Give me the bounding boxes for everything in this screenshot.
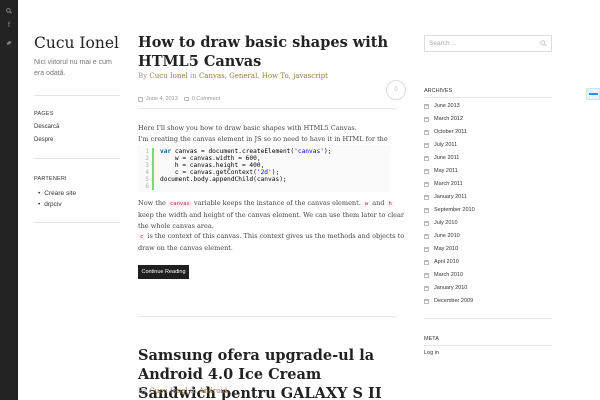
calendar-icon	[424, 220, 429, 226]
pages-heading: PAGES	[34, 111, 54, 117]
comments-link[interactable]: 0 Comment	[192, 96, 220, 102]
meta-heading: META	[424, 336, 439, 342]
category-link[interactable]: Canvas	[199, 72, 225, 80]
calendar-icon	[424, 103, 429, 109]
calendar-icon	[424, 168, 429, 174]
calendar-icon	[424, 285, 429, 291]
post-meta: By Cucu Ionel in Canvas, General, How To…	[138, 72, 328, 80]
archives-divider	[424, 97, 552, 98]
archive-link[interactable]: March 2010	[424, 272, 463, 278]
calendar-icon	[424, 272, 429, 278]
sidebar-link-descarca[interactable]: Descarcă	[34, 124, 59, 130]
search-icon[interactable]	[0, 4, 18, 18]
side-widget-tab[interactable]	[586, 88, 600, 100]
code-block: 1 2 3 4 5 6 var canvas = document.create…	[138, 145, 390, 192]
archive-link[interactable]: April 2010	[424, 259, 459, 265]
archive-link[interactable]: January 2010	[424, 285, 467, 291]
code-line: document.body.appendChild(canvas);	[160, 176, 287, 183]
archives-heading: ARCHIVES	[424, 88, 453, 94]
calendar-icon	[424, 298, 429, 304]
social-bar: f	[0, 0, 18, 400]
code-line-numbers: 1 2 3 4 5 6	[138, 148, 154, 190]
search-input[interactable]	[425, 36, 537, 51]
meta-divider	[424, 345, 552, 346]
archive-link[interactable]: January 2011	[424, 194, 467, 200]
category-link[interactable]: Android	[199, 387, 227, 395]
post-title[interactable]: How to draw basic shapes with HTML5 Canv…	[138, 33, 388, 71]
archive-link[interactable]: July 2011	[424, 142, 457, 148]
site-description: Nici viitorul nu mai e cum era odată.	[34, 59, 112, 77]
partner-link-drpciv[interactable]: drpciv	[38, 201, 61, 208]
calendar-icon	[138, 96, 143, 102]
calendar-icon	[424, 246, 429, 252]
archive-link[interactable]: March 2011	[424, 181, 463, 187]
code-line: var canvas = document.createElement('can…	[160, 148, 332, 155]
code-line: w = canvas.width = 600,	[160, 155, 261, 162]
comment-icon	[183, 97, 189, 101]
post-date-row: June 4, 2013 0 Comment	[138, 96, 220, 102]
calendar-icon	[424, 116, 429, 122]
archive-link[interactable]: December 2009	[424, 298, 473, 304]
archive-link[interactable]: June 2010	[424, 233, 460, 239]
sidebar-divider	[34, 158, 120, 159]
archive-link[interactable]: July 2010	[424, 220, 458, 226]
post-date: June 4, 2013	[146, 96, 178, 102]
post-meta-divider	[138, 108, 396, 109]
continue-reading-button[interactable]: Continue Reading	[138, 265, 189, 279]
comment-count-badge[interactable]: 0	[386, 80, 406, 100]
archive-link[interactable]: March 2012	[424, 116, 463, 122]
facebook-icon[interactable]: f	[0, 18, 18, 32]
calendar-icon	[424, 194, 429, 200]
sidebar-divider	[34, 222, 120, 223]
archive-link[interactable]: June 2013	[424, 103, 460, 109]
archive-link[interactable]: October 2011	[424, 129, 467, 135]
calendar-icon	[424, 142, 429, 148]
author-link[interactable]: Cucu Ionel	[149, 387, 187, 395]
archive-link[interactable]: May 2010	[424, 246, 458, 252]
search-icon[interactable]	[540, 40, 547, 47]
sidebar-divider	[34, 95, 120, 96]
code-line: h = canvas.height = 400,	[160, 162, 265, 169]
calendar-icon	[424, 181, 429, 187]
author-link[interactable]: Cucu Ionel	[149, 72, 187, 80]
sidebar-divider	[424, 318, 552, 319]
partner-link-creare-site[interactable]: Creare site	[38, 190, 76, 197]
twitter-icon[interactable]	[0, 36, 18, 50]
calendar-icon	[424, 259, 429, 265]
sidebar-link-despre[interactable]: Despre	[34, 137, 53, 143]
archive-link[interactable]: June 2011	[424, 155, 459, 161]
site-title[interactable]: Cucu Ionel	[34, 34, 119, 52]
category-link[interactable]: General	[229, 72, 257, 80]
search-box	[424, 35, 552, 52]
post-meta: By Cucu Ionel in Android	[138, 387, 228, 395]
calendar-icon	[424, 233, 429, 239]
post-divider	[138, 316, 396, 317]
category-link[interactable]: How To	[262, 72, 289, 80]
partners-heading: PARTENERI	[34, 176, 67, 182]
calendar-icon	[424, 155, 429, 161]
code-lines: var canvas = document.createElement('can…	[160, 148, 331, 183]
archive-link[interactable]: September 2010	[424, 207, 475, 213]
calendar-icon	[424, 207, 429, 213]
post-paragraph: Now the canvas variable keeps the instan…	[138, 199, 405, 253]
login-link[interactable]: Log in	[424, 350, 439, 356]
archive-link[interactable]: May 2011	[424, 168, 458, 174]
code-line: c = canvas.getContext('2d');	[160, 169, 280, 176]
calendar-icon	[424, 129, 429, 135]
category-link[interactable]: javascript	[293, 72, 328, 80]
